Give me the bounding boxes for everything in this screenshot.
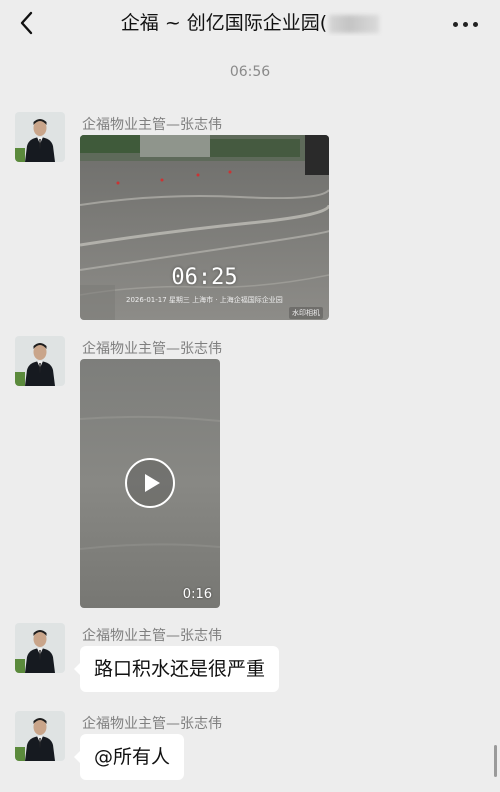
person-avatar-icon <box>15 623 65 673</box>
avatar[interactable] <box>15 711 65 761</box>
sender-name: 企福物业主管—张志伟 <box>82 628 222 644</box>
chevron-left-icon <box>20 11 33 35</box>
person-avatar-icon <box>15 336 65 386</box>
avatar[interactable] <box>15 112 65 162</box>
video-message[interactable]: 0:16 <box>80 359 220 608</box>
photo-watermark-time: 06:25 <box>171 265 238 290</box>
more-dots-icon <box>453 22 458 27</box>
chat-title-text: 企福 ~ 创亿国际企业园( <box>120 12 328 34</box>
flooded-road-photo <box>80 135 329 320</box>
more-dot <box>463 22 468 27</box>
play-button[interactable] <box>125 458 175 508</box>
back-button[interactable] <box>14 9 42 37</box>
person-avatar-icon <box>15 112 65 162</box>
text-message[interactable]: 路口积水还是很严重 <box>73 646 280 692</box>
person-avatar-icon <box>15 711 65 761</box>
photo-watermark-brand: 水印相机 <box>289 307 323 319</box>
redacted-title-part <box>329 14 380 33</box>
video-duration: 0:16 <box>182 587 212 602</box>
scrollbar[interactable] <box>494 745 497 777</box>
sender-name: 企福物业主管—张志伟 <box>82 716 222 732</box>
message-timestamp: 06:56 <box>229 64 271 80</box>
avatar[interactable] <box>15 623 65 673</box>
chat-title: 企福 ~ 创亿国际企业园( <box>70 10 430 36</box>
more-options-button[interactable] <box>448 8 482 38</box>
sender-name: 企福物业主管—张志伟 <box>82 341 222 357</box>
more-dot <box>473 22 478 27</box>
chat-header: 企福 ~ 创亿国际企业园( <box>0 0 500 46</box>
avatar[interactable] <box>15 336 65 386</box>
photo-watermark-location: 2026-01-17 星期三 上海市 · 上海企福国际企业园 <box>126 296 283 304</box>
image-message[interactable]: 06:25 2026-01-17 星期三 上海市 · 上海企福国际企业园 水印相… <box>80 135 329 320</box>
text-message[interactable]: @所有人 <box>73 734 185 780</box>
play-icon <box>145 474 160 492</box>
sender-name: 企福物业主管—张志伟 <box>82 117 222 133</box>
